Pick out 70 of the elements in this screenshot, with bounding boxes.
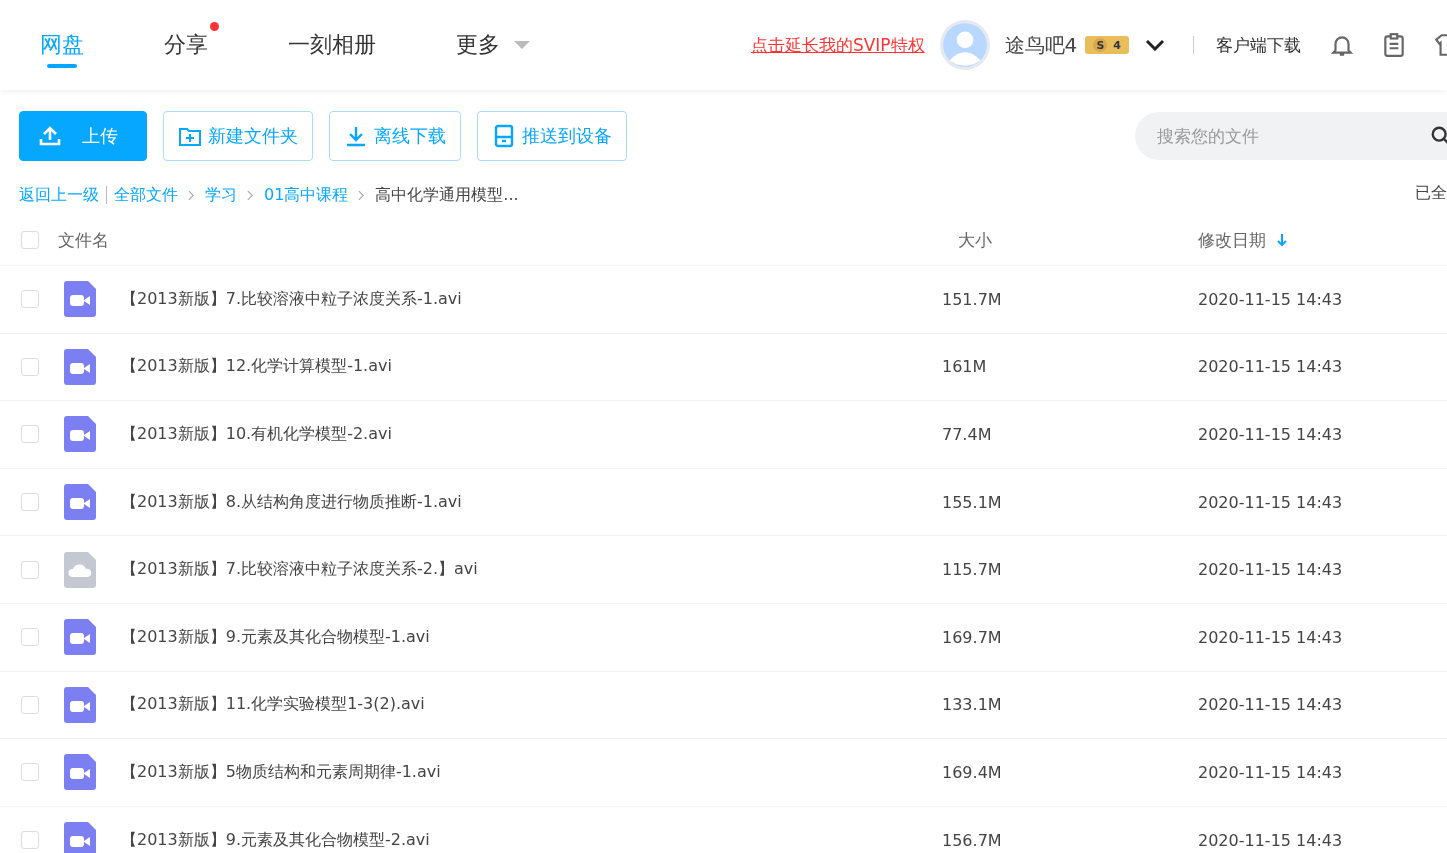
client-download-link[interactable]: 客户端下载: [1216, 33, 1301, 57]
chevron-right-icon: [358, 189, 366, 201]
modified-date: 2020-11-15 14:43: [1198, 560, 1343, 580]
column-header[interactable]: 文件名: [58, 228, 958, 252]
svip-link[interactable]: 点击延长我的SVIP特权: [750, 33, 925, 57]
cloud-file-icon: [64, 551, 96, 588]
file-name[interactable]: 【2013新版】11.化学实验模型1-3(2).avi: [121, 694, 942, 716]
row-checkbox[interactable]: [21, 493, 39, 512]
column-header[interactable]: 修改日期: [1198, 228, 1266, 252]
video-file-icon: [64, 619, 96, 656]
row-checkbox[interactable]: [21, 357, 39, 376]
row-checkbox[interactable]: [21, 425, 39, 444]
file-name[interactable]: 【2013新版】9.元素及其化合物模型-2.avi: [121, 829, 942, 851]
modified-date: 2020-11-15 14:43: [1198, 425, 1343, 444]
file-name[interactable]: 【2013新版】8.从结构角度进行物质推断-1.avi: [121, 491, 942, 513]
modified-date: 2020-11-15 14:43: [1198, 695, 1343, 715]
file-name[interactable]: 【2013新版】7.比较溶液中粒子浓度关系-1.avi: [121, 288, 942, 310]
username[interactable]: 途鸟吧4: [1004, 31, 1078, 59]
file-size: 169.4M: [942, 762, 1003, 782]
loaded-status: 已全: [1415, 183, 1447, 204]
file-name[interactable]: 【2013新版】5物质结构和元素周期律-1.avi: [121, 761, 942, 783]
row-checkbox[interactable]: [21, 695, 39, 714]
vip-badge: S 4: [1085, 36, 1129, 54]
file-name[interactable]: 【2013新版】12.化学计算模型-1.avi: [121, 356, 942, 378]
file-size: 151.7M: [942, 289, 1003, 309]
video-file-icon: [64, 348, 96, 385]
file-name[interactable]: 【2013新版】7.比较溶液中粒子浓度关系-2.】avi: [121, 559, 942, 581]
notification-dot: [210, 22, 219, 31]
chevron-right-icon: [247, 189, 254, 201]
file-size: 133.1M: [942, 695, 1003, 715]
select-all-checkbox[interactable]: [21, 231, 39, 249]
video-file-icon: [64, 416, 96, 453]
modified-date: 2020-11-15 14:43: [1198, 762, 1343, 782]
file-name[interactable]: 【2013新版】9.元素及其化合物模型-1.avi: [121, 626, 942, 648]
file-size: 77.4M: [942, 425, 993, 444]
file-size: 161M: [942, 357, 988, 377]
modified-date: 2020-11-15 14:43: [1198, 357, 1343, 377]
modified-date: 2020-11-15 14:43: [1198, 830, 1343, 850]
video-file-icon: [64, 484, 96, 521]
download-icon: [344, 124, 368, 148]
row-checkbox[interactable]: [21, 628, 39, 647]
file-size: 169.7M: [942, 627, 1003, 647]
chevron-icon[interactable]: [1145, 39, 1165, 51]
modified-date: 2020-11-15 14:43: [1198, 289, 1343, 309]
current-folder: 高中化学通用模型...: [375, 184, 519, 206]
video-file-icon: [64, 754, 96, 791]
nav-tab[interactable]: 一刻相册: [288, 10, 376, 80]
row-checkbox[interactable]: [21, 831, 39, 850]
clipboard-icon[interactable]: [1381, 32, 1407, 58]
nav-tab[interactable]: 分享: [164, 10, 219, 80]
row-checkbox[interactable]: [21, 290, 39, 309]
file-size: 156.7M: [942, 830, 1003, 850]
row-checkbox[interactable]: [21, 560, 39, 579]
avatar-icon[interactable]: [938, 19, 991, 71]
nav-tab[interactable]: 更多: [456, 10, 530, 80]
modified-date: 2020-11-15 14:43: [1198, 627, 1343, 647]
chevron-right-icon: [188, 189, 195, 201]
upload-icon: [38, 124, 62, 148]
device-icon: [492, 124, 516, 148]
video-file-icon: [64, 686, 96, 723]
modified-date: 2020-11-15 14:43: [1198, 492, 1343, 512]
search-field[interactable]: 搜索您的文件: [1135, 112, 1447, 160]
file-name[interactable]: 【2013新版】10.有机化学模型-2.avi: [121, 424, 942, 445]
file-size: 115.7M: [942, 560, 1003, 580]
column-header[interactable]: 大小: [958, 228, 1198, 252]
sort-arrow-icon[interactable]: [1276, 233, 1288, 247]
caret-icon: [514, 41, 530, 49]
file-size: 155.1M: [942, 492, 1003, 512]
video-file-icon: [64, 281, 96, 318]
row-checkbox[interactable]: [21, 763, 39, 782]
